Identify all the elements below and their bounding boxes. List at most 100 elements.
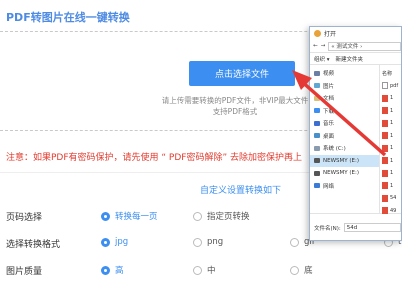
dialog-address-bar[interactable]: ← → « 测试文件 ›: [310, 40, 401, 53]
address-path[interactable]: « 测试文件 ›: [328, 41, 401, 51]
file-name: 49: [390, 207, 397, 214]
pdf-file-icon: [382, 144, 388, 152]
nav-item-network[interactable]: 网络: [310, 180, 379, 193]
pdf-file-icon: [382, 94, 388, 102]
radio-icon[interactable]: [290, 237, 299, 247]
dialog-toolbar: 组织 ▾ 新建文件夹: [310, 53, 401, 65]
file-name: 1: [390, 170, 394, 177]
settings-title: 自定义设置转换如下: [200, 186, 282, 196]
file-name: 1: [390, 157, 394, 164]
option-convert-all-pages[interactable]: 转换每一页: [101, 210, 158, 222]
nav-label: NEWSMY (E:): [323, 157, 359, 164]
file-item[interactable]: 1: [380, 117, 401, 130]
file-name: 1: [390, 182, 394, 189]
nav-item-desktop[interactable]: 桌面: [310, 130, 379, 143]
file-item[interactable]: 1: [380, 142, 401, 155]
option-quality-high[interactable]: 高: [101, 264, 124, 276]
option-quality-low[interactable]: 底: [290, 264, 313, 276]
nav-item-music[interactable]: 音乐: [310, 117, 379, 130]
file-item[interactable]: 1: [380, 180, 401, 193]
organize-button[interactable]: 组织 ▾: [314, 55, 330, 63]
radio-selected-icon[interactable]: [101, 265, 110, 275]
dialog-body: 视频 图片 文档 下载 音乐 桌面 系统 (C:) NEWSMY (E:) NE…: [310, 65, 401, 215]
nav-item-videos[interactable]: 视频: [310, 67, 379, 80]
pdf-file-icon: [382, 182, 388, 190]
nav-label: 网络: [323, 183, 335, 190]
file-name: 1: [390, 145, 394, 152]
file-item[interactable]: 1: [380, 92, 401, 105]
back-arrow-icon[interactable]: ←: [313, 43, 318, 49]
network-icon: [314, 183, 320, 189]
radio-icon[interactable]: [290, 265, 299, 275]
usb-drive-icon: [314, 158, 320, 164]
pdf-file-icon: [382, 119, 388, 127]
nav-label: 图片: [323, 83, 335, 90]
option-format-jpg[interactable]: jpg: [101, 237, 128, 247]
pdf-file-icon: [382, 157, 388, 165]
upload-hint: 请上传需要转换的PDF文件，非VIP最大文件 支持PDF格式: [160, 95, 310, 117]
browser-icon: [314, 30, 321, 37]
file-name: pdf: [390, 82, 399, 89]
filename-input[interactable]: 54d: [343, 223, 401, 232]
option-quality-medium[interactable]: 中: [193, 264, 216, 276]
file-name: 1: [390, 120, 394, 127]
nav-item-downloads[interactable]: 下载: [310, 105, 379, 118]
download-icon: [314, 108, 320, 114]
column-header-name[interactable]: 名称: [380, 67, 401, 80]
nav-label: 下载: [323, 108, 335, 115]
radio-icon[interactable]: [193, 237, 202, 247]
file-item[interactable]: 49: [380, 205, 401, 218]
drive-icon: [314, 145, 320, 151]
nav-label: 视频: [323, 71, 335, 78]
dialog-file-list: 名称 pdf 1 1 1 1 1 1 1 1 54 49: [380, 65, 401, 215]
dialog-footer: 文件名(N): 54d: [310, 213, 401, 240]
option-label: 底: [304, 266, 313, 276]
radio-selected-icon[interactable]: [101, 237, 110, 247]
file-item[interactable]: pdf: [380, 80, 401, 93]
pdf-file-icon: [382, 207, 388, 215]
select-file-button[interactable]: 点击选择文件: [189, 61, 295, 86]
nav-label: NEWSMY (E:): [323, 170, 359, 177]
upload-hint-line1: 请上传需要转换的PDF文件，非VIP最大文件: [161, 96, 309, 105]
dialog-titlebar[interactable]: 打开: [310, 27, 401, 40]
radio-selected-icon[interactable]: [101, 211, 110, 221]
format-label: 选择转换格式: [6, 240, 61, 250]
nav-label: 桌面: [323, 133, 335, 140]
forward-arrow-icon[interactable]: →: [321, 43, 326, 49]
pdf-file-icon: [382, 194, 388, 202]
nav-item-drive-e-2[interactable]: NEWSMY (E:): [310, 167, 379, 180]
file-name: 1: [390, 95, 394, 102]
option-format-png[interactable]: png: [193, 237, 223, 247]
option-convert-specific-pages[interactable]: 指定页转换: [193, 210, 250, 222]
radio-icon[interactable]: [193, 265, 202, 275]
usb-drive-icon: [314, 170, 320, 176]
option-label: png: [207, 237, 224, 247]
pdf-file-icon: [382, 169, 388, 177]
option-label: 转换每一页: [115, 212, 158, 222]
nav-label: 文档: [323, 96, 335, 103]
new-folder-button[interactable]: 新建文件夹: [336, 55, 364, 63]
column-label: 名称: [382, 70, 393, 77]
open-file-dialog[interactable]: 打开 ← → « 测试文件 › 组织 ▾ 新建文件夹 视频 图片 文档 下载 音…: [309, 26, 402, 241]
file-item[interactable]: 54: [380, 192, 401, 205]
nav-item-drive-e[interactable]: NEWSMY (E:): [310, 154, 379, 167]
file-item[interactable]: 1: [380, 167, 401, 180]
document-icon: [314, 95, 320, 101]
picture-icon: [314, 83, 320, 89]
video-icon: [314, 70, 320, 76]
password-warning: 注意：如果PDF有密码保护，请先使用 “ PDF密码解除” 去除加密保护再上: [6, 153, 302, 163]
nav-item-drive-c[interactable]: 系统 (C:): [310, 142, 379, 155]
nav-item-pictures[interactable]: 图片: [310, 80, 379, 93]
radio-icon[interactable]: [193, 211, 202, 221]
pdf-file-icon: [382, 132, 388, 140]
desktop-icon: [314, 133, 320, 139]
file-item[interactable]: 1: [380, 130, 401, 143]
page-title: PDF转图片在线一键转换: [6, 11, 130, 24]
option-label: 指定页转换: [207, 212, 250, 222]
file-item[interactable]: 1: [380, 155, 401, 168]
file-item[interactable]: 1: [380, 105, 401, 118]
nav-item-documents[interactable]: 文档: [310, 92, 379, 105]
page-selection-label: 页码选择: [6, 213, 43, 223]
pdf-file-icon: [382, 107, 388, 115]
file-name: 1: [390, 107, 394, 114]
